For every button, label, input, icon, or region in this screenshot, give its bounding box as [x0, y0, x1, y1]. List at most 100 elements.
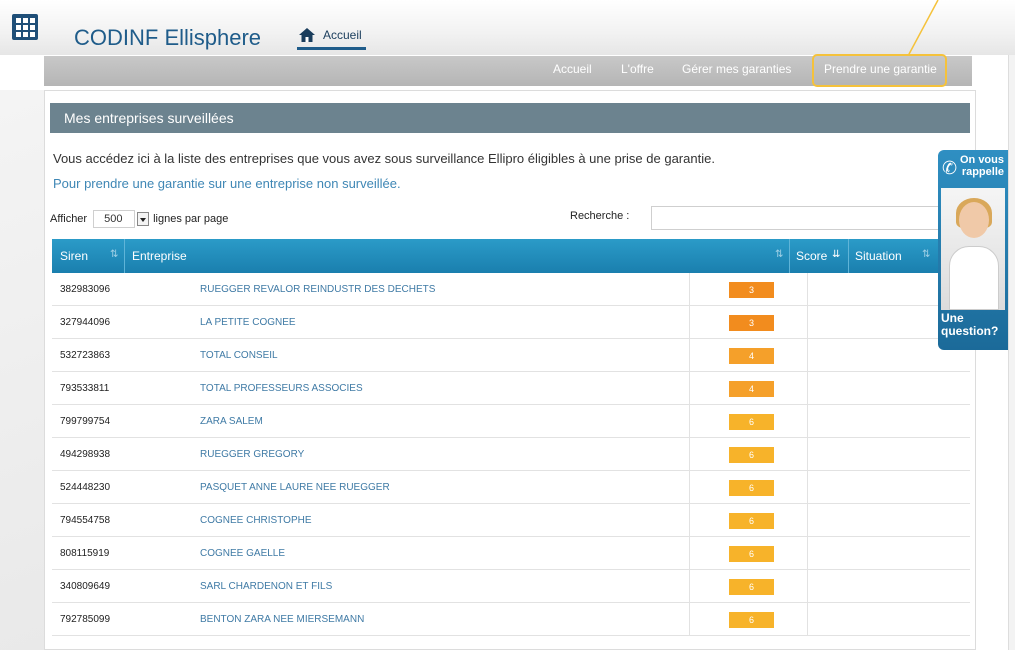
annotation-line: [907, 0, 939, 57]
monitored-companies-panel: Mes entreprises surveillées Vous accédez…: [44, 90, 976, 650]
table-row: 340809649 SARL CHARDENON ET FILS 6: [52, 570, 970, 603]
intro-text: Vous accédez ici à la liste des entrepri…: [53, 151, 715, 166]
siren-cell: 799799754: [60, 416, 111, 427]
question-line-2: question?: [941, 324, 999, 338]
score-badge: 6: [729, 480, 774, 496]
cell-divider: [689, 570, 690, 603]
siren-cell: 340809649: [60, 581, 111, 592]
page-size-select[interactable]: 500: [93, 210, 136, 228]
chevron-down-icon[interactable]: [137, 212, 150, 226]
callback-label: On vous rappelle: [960, 154, 1004, 178]
table-row: 799799754 ZARA SALEM 6: [52, 405, 970, 438]
page-size-control: Afficher 500 lignes par page: [50, 210, 228, 228]
score-badge: 6: [729, 579, 774, 595]
sort-desc-icon[interactable]: ⇊: [832, 249, 840, 260]
panel-title: Mes entreprises surveillées: [64, 110, 234, 126]
company-link[interactable]: RUEGGER GREGORY: [200, 449, 304, 460]
company-link[interactable]: TOTAL PROFESSEURS ASSOCIES: [200, 383, 363, 394]
siren-cell: 327944096: [60, 317, 111, 328]
sort-icon[interactable]: ⇅: [922, 249, 930, 260]
cell-divider: [689, 603, 690, 636]
nav-gerer-garanties[interactable]: Gérer mes garanties: [682, 62, 791, 76]
company-link[interactable]: BENTON ZARA NEE MIERSEMANN: [200, 614, 364, 625]
col-situation[interactable]: Situation: [855, 249, 902, 263]
table-row: 808115919 COGNEE GAELLE 6: [52, 537, 970, 570]
cell-divider: [689, 372, 690, 405]
app-title: CODINF Ellisphere: [74, 25, 262, 50]
company-link[interactable]: COGNEE GAELLE: [200, 548, 285, 559]
cell-divider: [689, 339, 690, 372]
siren-cell: 494298938: [60, 449, 111, 460]
table-row: 532723863 TOTAL CONSEIL 4: [52, 339, 970, 372]
cell-divider: [689, 438, 690, 471]
cell-divider: [807, 438, 808, 471]
table-row: 792785099 BENTON ZARA NEE MIERSEMANN 6: [52, 603, 970, 636]
table-row: 327944096 LA PETITE COGNEE 3: [52, 306, 970, 339]
company-link[interactable]: TOTAL CONSEIL: [200, 350, 278, 361]
score-badge: 6: [729, 414, 774, 430]
phone-icon: ✆: [942, 158, 958, 178]
col-score[interactable]: Score: [796, 249, 827, 263]
agent-face: [959, 202, 989, 238]
score-badge: 3: [729, 282, 774, 298]
page-scrollbar[interactable]: [1008, 55, 1015, 650]
company-link[interactable]: COGNEE CHRISTOPHE: [200, 515, 312, 526]
score-badge: 4: [729, 381, 774, 397]
search-input[interactable]: [651, 206, 969, 230]
per-page-label: lignes par page: [153, 213, 229, 225]
score-badge: 6: [729, 447, 774, 463]
header-divider: [789, 239, 790, 273]
tab-home[interactable]: Accueil: [297, 24, 366, 50]
callback-widget[interactable]: ✆ On vous rappelle Une question?: [938, 150, 1008, 350]
callback-line-2: rappelle: [961, 166, 1004, 178]
col-siren[interactable]: Siren: [60, 249, 88, 263]
cell-divider: [689, 471, 690, 504]
table-row: 794554758 COGNEE CHRISTOPHE 6: [52, 504, 970, 537]
cell-divider: [807, 339, 808, 372]
table-row: 494298938 RUEGGER GREGORY 6: [52, 438, 970, 471]
siren-cell: 382983096: [60, 284, 111, 295]
cell-divider: [689, 306, 690, 339]
siren-cell: 532723863: [60, 350, 111, 361]
cell-divider: [689, 273, 690, 306]
agent-avatar: [941, 188, 1005, 310]
search-label: Recherche :: [570, 210, 630, 222]
agent-body: [949, 246, 999, 310]
unmonitored-guarantee-link[interactable]: Pour prendre une garantie sur une entrep…: [53, 176, 401, 191]
callback-line-1: On vous: [959, 154, 1004, 166]
panel-header: Mes entreprises surveillées: [50, 103, 970, 133]
siren-cell: 792785099: [60, 614, 111, 625]
cell-divider: [807, 273, 808, 306]
score-badge: 3: [729, 315, 774, 331]
nav-accueil[interactable]: Accueil: [553, 62, 592, 76]
company-link[interactable]: PASQUET ANNE LAURE NEE RUEGGER: [200, 482, 390, 493]
score-badge: 6: [729, 513, 774, 529]
table-header: Siren ⇅ Entreprise ⇅ Score ⇊ Situation ⇅: [52, 239, 970, 273]
header-divider: [124, 239, 125, 273]
company-link[interactable]: ZARA SALEM: [200, 416, 263, 427]
header-divider: [848, 239, 849, 273]
company-link[interactable]: SARL CHARDENON ET FILS: [200, 581, 332, 592]
app-grid-icon[interactable]: [12, 14, 38, 40]
cell-divider: [807, 372, 808, 405]
siren-cell: 793533811: [60, 383, 110, 394]
show-label: Afficher: [50, 213, 88, 225]
table-row: 524448230 PASQUET ANNE LAURE NEE RUEGGER 6: [52, 471, 970, 504]
company-link[interactable]: RUEGGER REVALOR REINDUSTR DES DECHETS: [200, 284, 435, 295]
cell-divider: [807, 306, 808, 339]
col-entreprise[interactable]: Entreprise: [132, 249, 187, 263]
cell-divider: [689, 405, 690, 438]
cell-divider: [807, 570, 808, 603]
cell-divider: [807, 537, 808, 570]
sort-icon[interactable]: ⇅: [110, 249, 118, 260]
sort-icon[interactable]: ⇅: [775, 249, 783, 260]
question-label: Une question?: [941, 312, 998, 338]
company-link[interactable]: LA PETITE COGNEE: [200, 317, 296, 328]
cell-divider: [807, 471, 808, 504]
table-row: 382983096 RUEGGER REVALOR REINDUSTR DES D…: [52, 273, 970, 306]
nav-offre[interactable]: L'offre: [621, 62, 654, 76]
siren-cell: 524448230: [60, 482, 111, 493]
tab-home-label: Accueil: [323, 27, 362, 42]
score-badge: 4: [729, 348, 774, 364]
cell-divider: [807, 504, 808, 537]
